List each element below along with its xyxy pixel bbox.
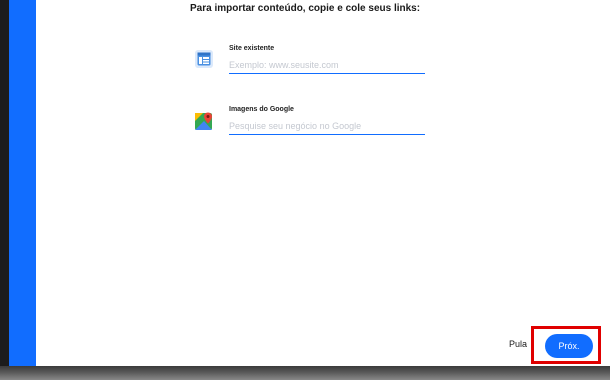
google-maps-icon (194, 111, 214, 131)
google-images-field-label: Imagens do Google (229, 106, 294, 113)
website-icon (194, 49, 214, 69)
side-accent-panel (9, 0, 36, 368)
skip-link[interactable]: Pula (509, 339, 527, 349)
page-title: Para importar conteúdo, copie e cole seu… (190, 3, 421, 14)
site-field-label: Site existente (229, 45, 275, 52)
site-url-input[interactable] (229, 57, 425, 74)
window-edge (0, 0, 9, 380)
next-button[interactable]: Próx. (545, 334, 593, 358)
google-search-input[interactable] (229, 118, 425, 135)
window-bottom-edge (0, 366, 610, 380)
